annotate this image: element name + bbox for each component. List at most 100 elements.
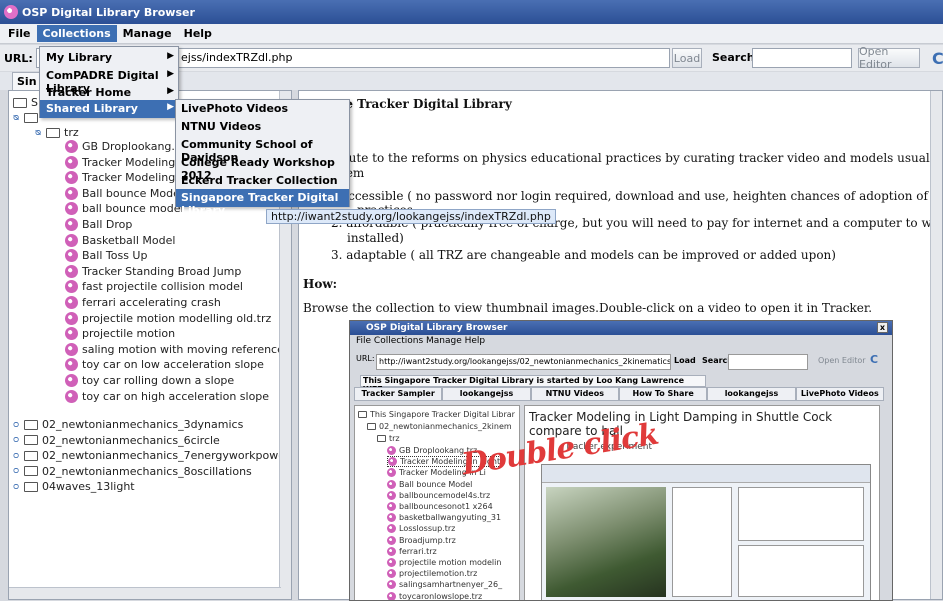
expand-handle-icon[interactable]: ᴑ <box>13 451 22 461</box>
tree-file-item[interactable]: toy car rolling down a slope <box>65 373 234 388</box>
tracker-file-icon <box>388 457 397 467</box>
tree-folder-expanded[interactable]: ᴓ <box>13 110 42 125</box>
tracker-file-icon <box>387 524 396 534</box>
inner-tree-file: Broadjump.trz <box>387 535 456 546</box>
url-tooltip: http://iwant2study.org/lookangejss/index… <box>266 209 556 224</box>
tree-file-item[interactable]: projectile motion modelling old.trz <box>65 311 271 326</box>
tree-horizontal-scrollbar[interactable] <box>9 587 281 599</box>
tree-file-item[interactable]: Tracker Modeling in <box>65 170 189 185</box>
submenu-item-livephoto[interactable]: LivePhoto Videos <box>176 100 349 118</box>
tab-singapore[interactable]: Sin <box>12 72 42 90</box>
tree-file-item[interactable]: Tracker Standing Broad Jump <box>65 264 241 279</box>
tree-folder-item[interactable]: ᴑ 02_newtonianmechanics_8oscillations <box>13 464 252 479</box>
tree-file-item[interactable]: ball bounce model <box>65 201 184 216</box>
submenu-item-eckerd[interactable]: Eckerd Tracker Collection <box>176 172 349 190</box>
tracker-file-icon <box>387 468 396 478</box>
tree-file-item[interactable]: toy car on low acceleration slope <box>65 357 264 372</box>
menu-help[interactable]: Help <box>178 25 218 42</box>
url-label: URL: <box>4 51 33 65</box>
search-label: Search <box>712 51 755 64</box>
tree-file-item[interactable]: ferrari accelerating crash <box>65 295 221 310</box>
submenu-item-ntnu[interactable]: NTNU Videos <box>176 118 349 136</box>
tree-file-item[interactable]: Tracker Modeling in <box>65 155 189 170</box>
menu-item-compadre[interactable]: ComPADRE Digital Library ▶ <box>40 67 178 95</box>
refresh-icon[interactable]: C <box>932 49 943 68</box>
submenu-item-college-ready[interactable]: College Ready Workshop 2012 <box>176 154 349 182</box>
tree-file-item[interactable]: fast projectile collision model <box>65 279 243 294</box>
collapse-handle-icon[interactable]: ᴓ <box>13 113 22 123</box>
menu-item-my-library[interactable]: My Library ▶ <box>40 49 178 67</box>
collections-menu: My Library ▶ ComPADRE Digital Library ▶ Tr… <box>39 46 179 118</box>
tracker-file-icon <box>65 186 78 200</box>
inner-search-input <box>728 354 808 370</box>
refresh-icon: C <box>870 353 879 366</box>
content-line3: accessible ( no password nor login requi… <box>341 189 942 203</box>
tracker-file-icon <box>387 591 396 600</box>
expand-handle-icon[interactable]: ᴑ <box>13 482 22 492</box>
folder-icon <box>24 419 38 430</box>
window-titlebar: OSP Digital Library Browser <box>0 0 943 24</box>
submenu-arrow-icon: ▶ <box>167 69 174 79</box>
tree-file-item[interactable]: projectile motion <box>65 326 175 341</box>
tracker-file-icon <box>65 280 78 294</box>
open-editor-button[interactable]: Open Editor <box>858 45 920 71</box>
inner-tree-file: projectilemotion.trz <box>387 568 477 579</box>
tree-file-item[interactable]: Ball Toss Up <box>65 248 147 263</box>
tracker-file-icon <box>65 374 78 387</box>
inner-tree-file: projectile motion modelin <box>387 557 501 568</box>
tracker-file-icon <box>65 171 78 185</box>
collapse-handle-icon[interactable]: ᴓ <box>35 128 44 138</box>
content-vertical-scrollbar[interactable] <box>930 91 942 599</box>
tree-file-item[interactable]: GB Droplookang.trz <box>65 139 190 154</box>
tree-folder-item[interactable]: ᴑ 02_newtonianmechanics_3dynamics <box>13 417 243 432</box>
inner-url-input: http://iwant2study.org/lookangejss/02_ne… <box>376 354 671 370</box>
folder-icon <box>46 127 60 138</box>
search-input[interactable] <box>752 48 852 68</box>
tree-file-item[interactable]: toy car on high acceleration slope <box>65 389 269 404</box>
folder-icon <box>24 112 38 123</box>
expand-handle-icon[interactable]: ᴑ <box>13 435 22 445</box>
app-logo-icon <box>4 5 18 19</box>
tree-folder-item[interactable]: ᴑ 02_newtonianmechanics_6circle <box>13 433 220 448</box>
tree-folder-trz[interactable]: ᴓ trz <box>35 125 79 140</box>
tree-folder-item[interactable]: ᴑ 04waves_13light <box>13 479 135 494</box>
inner-tree-sub: trz <box>377 433 400 444</box>
content-line1: bute to the reforms on physics education… <box>341 151 942 165</box>
tracker-file-icon <box>387 558 396 567</box>
inner-banner: This Singapore Tracker Digital Library i… <box>360 375 706 394</box>
expand-handle-icon[interactable]: ᴑ <box>13 420 22 430</box>
inner-tree-file: toycaronlowslope.trz <box>387 591 482 600</box>
tracker-file-icon <box>65 311 78 325</box>
graph-image <box>672 487 732 597</box>
submenu-item-community-school[interactable]: Community School of Davidson <box>176 136 349 164</box>
menu-manage[interactable]: Manage <box>117 25 178 42</box>
inner-tree-file: Ball bounce Model <box>387 479 472 490</box>
tree-root[interactable]: S <box>13 95 38 110</box>
tracker-file-icon <box>387 446 396 455</box>
submenu-item-singapore[interactable]: Singapore Tracker Digital Library <box>176 189 349 217</box>
tracker-screenshot-image <box>541 464 871 600</box>
inner-tabs: Tracker Sampler lookangejss NTNU Videos … <box>354 387 884 401</box>
inner-menubar: File Collections Manage Help <box>356 336 486 346</box>
inner-tree-file: Losslossup.trz <box>387 523 455 534</box>
tracker-file-icon <box>65 264 78 278</box>
menu-item-shared-library[interactable]: Shared Library ▶ <box>40 100 178 118</box>
tree-file-item[interactable]: Ball bounce Model <box>65 186 183 201</box>
tracker-file-icon <box>65 296 78 309</box>
inner-tree-file: ballbouncemodel4s.trz <box>387 490 490 501</box>
folder-icon <box>24 435 38 446</box>
tracker-file-icon <box>387 546 396 556</box>
tree-file-item[interactable]: Ball Drop <box>65 217 132 232</box>
inner-tree-folder: 02_newtonianmechanics_2kinem <box>367 421 512 432</box>
tree-file-item[interactable]: Basketball Model <box>65 233 175 248</box>
menu-collections[interactable]: Collections <box>36 25 117 42</box>
tree-file-item[interactable]: saling motion with moving reference fram… <box>65 342 291 357</box>
load-button[interactable]: Load <box>672 48 702 68</box>
tracker-file-icon <box>387 580 396 590</box>
menu-file[interactable]: File <box>2 25 37 42</box>
expand-handle-icon[interactable]: ᴑ <box>13 466 22 476</box>
inner-toolbar: URL: http://iwant2study.org/lookangejss/… <box>356 353 880 370</box>
tracker-file-icon <box>387 569 396 579</box>
tree-folder-item[interactable]: ᴑ 02_newtonianmechanics_7energyworkpower <box>13 448 290 463</box>
inner-tree-file: basketballwangyuting_31 <box>387 512 501 523</box>
